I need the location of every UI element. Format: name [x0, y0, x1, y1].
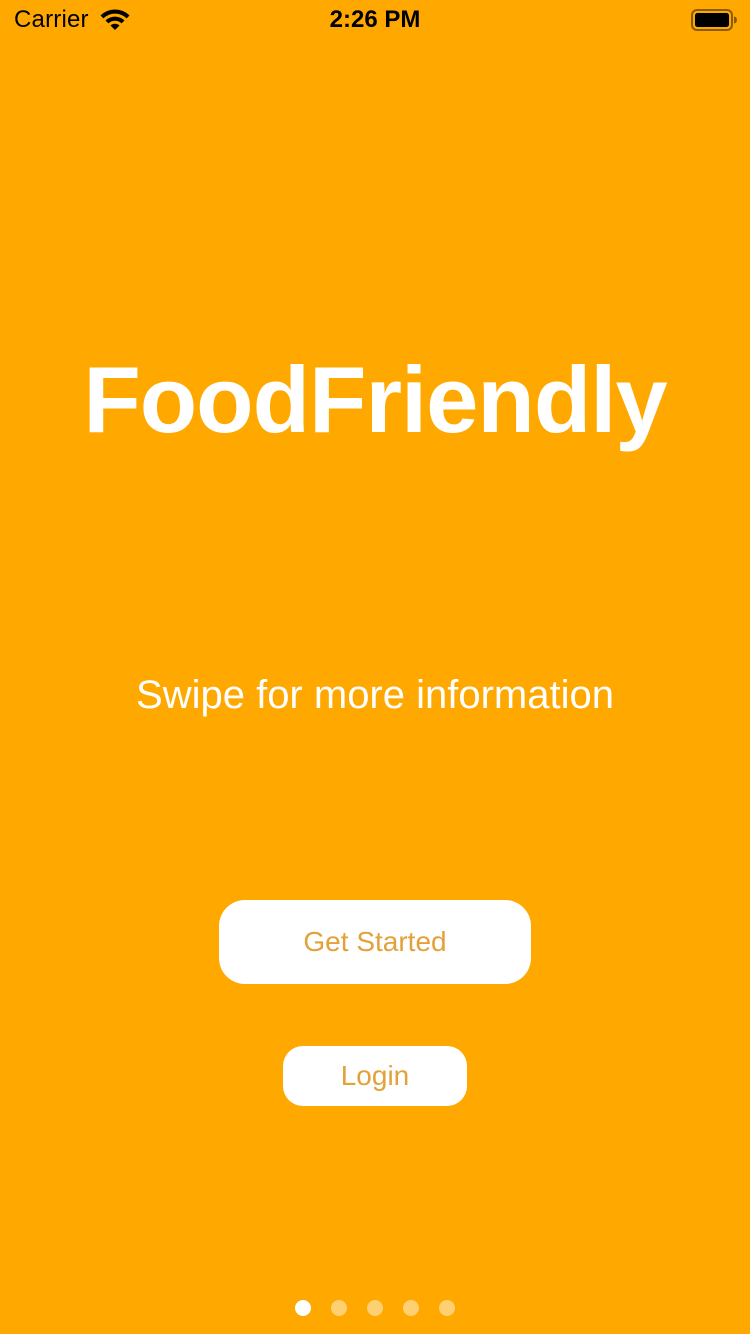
get-started-button[interactable]: Get Started	[219, 900, 531, 984]
status-bar: Carrier 2:26 PM	[0, 0, 750, 40]
page-control[interactable]	[0, 1300, 750, 1316]
login-button[interactable]: Login	[283, 1046, 467, 1106]
page-dot-3[interactable]	[367, 1300, 383, 1316]
page-dot-5[interactable]	[439, 1300, 455, 1316]
onboarding-screen: Carrier 2:26 PM FoodFriendly Swipe for m…	[0, 0, 750, 1334]
clock-time: 2:26 PM	[329, 6, 421, 33]
page-dot-4[interactable]	[403, 1300, 419, 1316]
battery-icon	[691, 9, 737, 31]
swipe-hint: Swipe for more information	[136, 673, 614, 717]
page-dot-1[interactable]	[295, 1300, 311, 1316]
page-dot-2[interactable]	[331, 1300, 347, 1316]
app-title: FoodFriendly	[83, 347, 667, 452]
